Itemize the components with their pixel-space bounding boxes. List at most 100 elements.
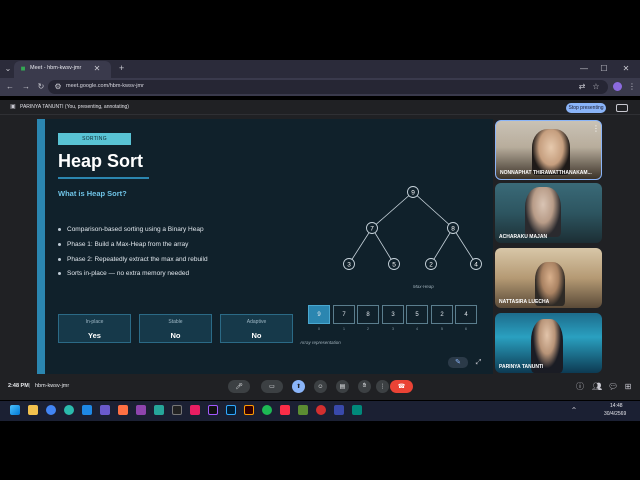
- camera-button[interactable]: ▭: [261, 380, 283, 393]
- app-icon[interactable]: [100, 405, 110, 415]
- translate-icon[interactable]: ⇄: [578, 83, 586, 91]
- array-index: 1: [343, 327, 345, 331]
- present-button[interactable]: ⬆: [292, 380, 305, 393]
- minecraft-icon[interactable]: [298, 405, 308, 415]
- maximize-icon[interactable]: ☐: [600, 65, 608, 73]
- reload-icon[interactable]: ↻: [37, 83, 45, 91]
- emoji-button[interactable]: ☺: [314, 380, 327, 393]
- expand-icon[interactable]: ⤢: [474, 359, 483, 366]
- array-index: 3: [392, 327, 394, 331]
- app-icon[interactable]: [118, 405, 128, 415]
- tree-edge: [371, 227, 395, 265]
- participant-tile[interactable]: NATTASIRA LUECHA: [495, 248, 602, 308]
- stat-label: In-place: [85, 319, 104, 325]
- visual-studio-icon[interactable]: [136, 405, 146, 415]
- tab-title: Meet - hbm-kwsv-jmr: [30, 65, 82, 71]
- heap-node-label: 9: [411, 190, 415, 197]
- meet-app-icon[interactable]: [352, 405, 362, 415]
- tree-edge: [412, 191, 454, 229]
- activities-icon[interactable]: ⊞: [624, 383, 632, 391]
- people-icon[interactable]: 👥︎: [592, 383, 602, 391]
- heap-caption: Max-Heap: [413, 284, 434, 289]
- participant-name: NONNAPHAT THIRAWATTHANAKAM...: [500, 170, 592, 176]
- array-index: 4: [416, 327, 418, 331]
- stat-label: Adaptive: [246, 319, 267, 325]
- heap-node-label: 2: [429, 262, 433, 269]
- photoshop-icon[interactable]: [226, 405, 236, 415]
- app-icon[interactable]: [190, 405, 200, 415]
- bullet-text: Sorts in-place — no extra memory needed: [67, 270, 190, 277]
- vscode-icon[interactable]: [82, 405, 92, 415]
- stat-value: No: [251, 331, 262, 340]
- bullet-item: Comparison-based sorting using a Binary …: [58, 226, 204, 233]
- stop-presenting-button[interactable]: Stop presenting: [566, 103, 606, 113]
- slide-badge: SORTING: [58, 133, 131, 145]
- microphone-button[interactable]: 🎤︎: [228, 380, 250, 393]
- slide-subtitle: What is Heap Sort?: [58, 189, 127, 198]
- browser-menu-icon[interactable]: ⋮: [628, 83, 636, 91]
- taskbar-clock-time: 14:48: [610, 403, 623, 409]
- bookmark-star-icon[interactable]: ☆: [592, 83, 600, 91]
- presenting-text: PARINYA TANUNTI (You, presenting, annota…: [20, 104, 129, 110]
- array-caption: Array representation: [300, 340, 341, 345]
- tab-close-icon[interactable]: ✕: [93, 65, 101, 73]
- participant-tile[interactable]: ⋮ NONNAPHAT THIRAWATTHANAKAM...: [495, 120, 602, 180]
- array-cell: 7: [333, 305, 355, 324]
- participant-name: NATTASIRA LUECHA: [499, 299, 550, 305]
- new-tab-button[interactable]: +: [119, 64, 124, 73]
- participant-video: [532, 129, 570, 175]
- heap-tree-diagram: 9 7 8 3 5 2 4: [343, 186, 482, 270]
- captions-button[interactable]: ▤: [336, 380, 349, 393]
- bullet-text: Comparison-based sorting using a Binary …: [67, 226, 204, 233]
- edge-icon[interactable]: [64, 405, 74, 415]
- tree-edge: [348, 227, 373, 265]
- participant-tile[interactable]: ACHARAKU MAJAN: [495, 183, 602, 243]
- file-explorer-icon[interactable]: [28, 405, 38, 415]
- tab-search-icon[interactable]: ⌄: [4, 65, 12, 73]
- taskbar-clock-date: 30/4/2569: [604, 411, 627, 417]
- bullet-item: Phase 2: Repeatedly extract the max and …: [58, 256, 208, 263]
- more-options-icon[interactable]: ⋮: [592, 125, 600, 133]
- participant-tile[interactable]: PARINYA TANUNTI: [495, 313, 602, 373]
- array-index: 0: [318, 327, 320, 331]
- bullet-item: Sorts in-place — no extra memory needed: [58, 270, 189, 277]
- stat-value: No: [170, 331, 181, 340]
- back-icon[interactable]: ←: [6, 83, 14, 91]
- minimize-icon[interactable]: —: [580, 65, 588, 73]
- meet-favicon-icon: ■: [20, 64, 26, 73]
- terminal-icon[interactable]: [172, 405, 182, 415]
- tree-edge: [371, 191, 414, 229]
- illustrator-icon[interactable]: [244, 405, 254, 415]
- start-icon[interactable]: [10, 405, 20, 415]
- url-text: meet.google.com/hbm-kwsv-jmr: [66, 83, 144, 89]
- chat-icon[interactable]: 💬︎: [608, 383, 618, 391]
- array-cell: 4: [455, 305, 477, 324]
- bullet-text: Phase 2: Repeatedly extract the max and …: [67, 256, 208, 263]
- array-index: 2: [367, 327, 369, 331]
- leave-call-button[interactable]: ☎︎: [390, 380, 413, 393]
- app-icon[interactable]: [334, 405, 344, 415]
- stat-card-inplace: In-place Yes: [58, 314, 131, 343]
- figma-icon[interactable]: [208, 405, 218, 415]
- forward-icon[interactable]: →: [22, 83, 30, 91]
- array-index: 6: [465, 327, 467, 331]
- raise-hand-button[interactable]: ✋︎: [358, 380, 371, 393]
- slide-title: Heap Sort: [58, 151, 144, 171]
- app-icon[interactable]: [154, 405, 164, 415]
- pip-icon[interactable]: [616, 104, 628, 112]
- slide-accent-bar: [37, 119, 45, 374]
- site-info-icon[interactable]: ⚙: [54, 83, 62, 91]
- meeting-info-icon[interactable]: ⓘ: [576, 383, 584, 391]
- profile-icon[interactable]: [613, 82, 622, 91]
- heap-node-label: 3: [347, 262, 351, 269]
- window-close-icon[interactable]: ✕: [622, 65, 630, 73]
- more-options-button[interactable]: ⋮: [376, 380, 389, 393]
- chrome-icon[interactable]: [46, 405, 56, 415]
- presenting-icon: ▣: [10, 104, 16, 110]
- participant-video: [525, 187, 561, 237]
- app-icon[interactable]: [316, 405, 326, 415]
- music-icon[interactable]: [280, 405, 290, 415]
- system-tray-chevron-icon[interactable]: ⌃: [570, 407, 578, 415]
- spotify-icon[interactable]: [262, 405, 272, 415]
- meeting-separator: |: [29, 383, 31, 389]
